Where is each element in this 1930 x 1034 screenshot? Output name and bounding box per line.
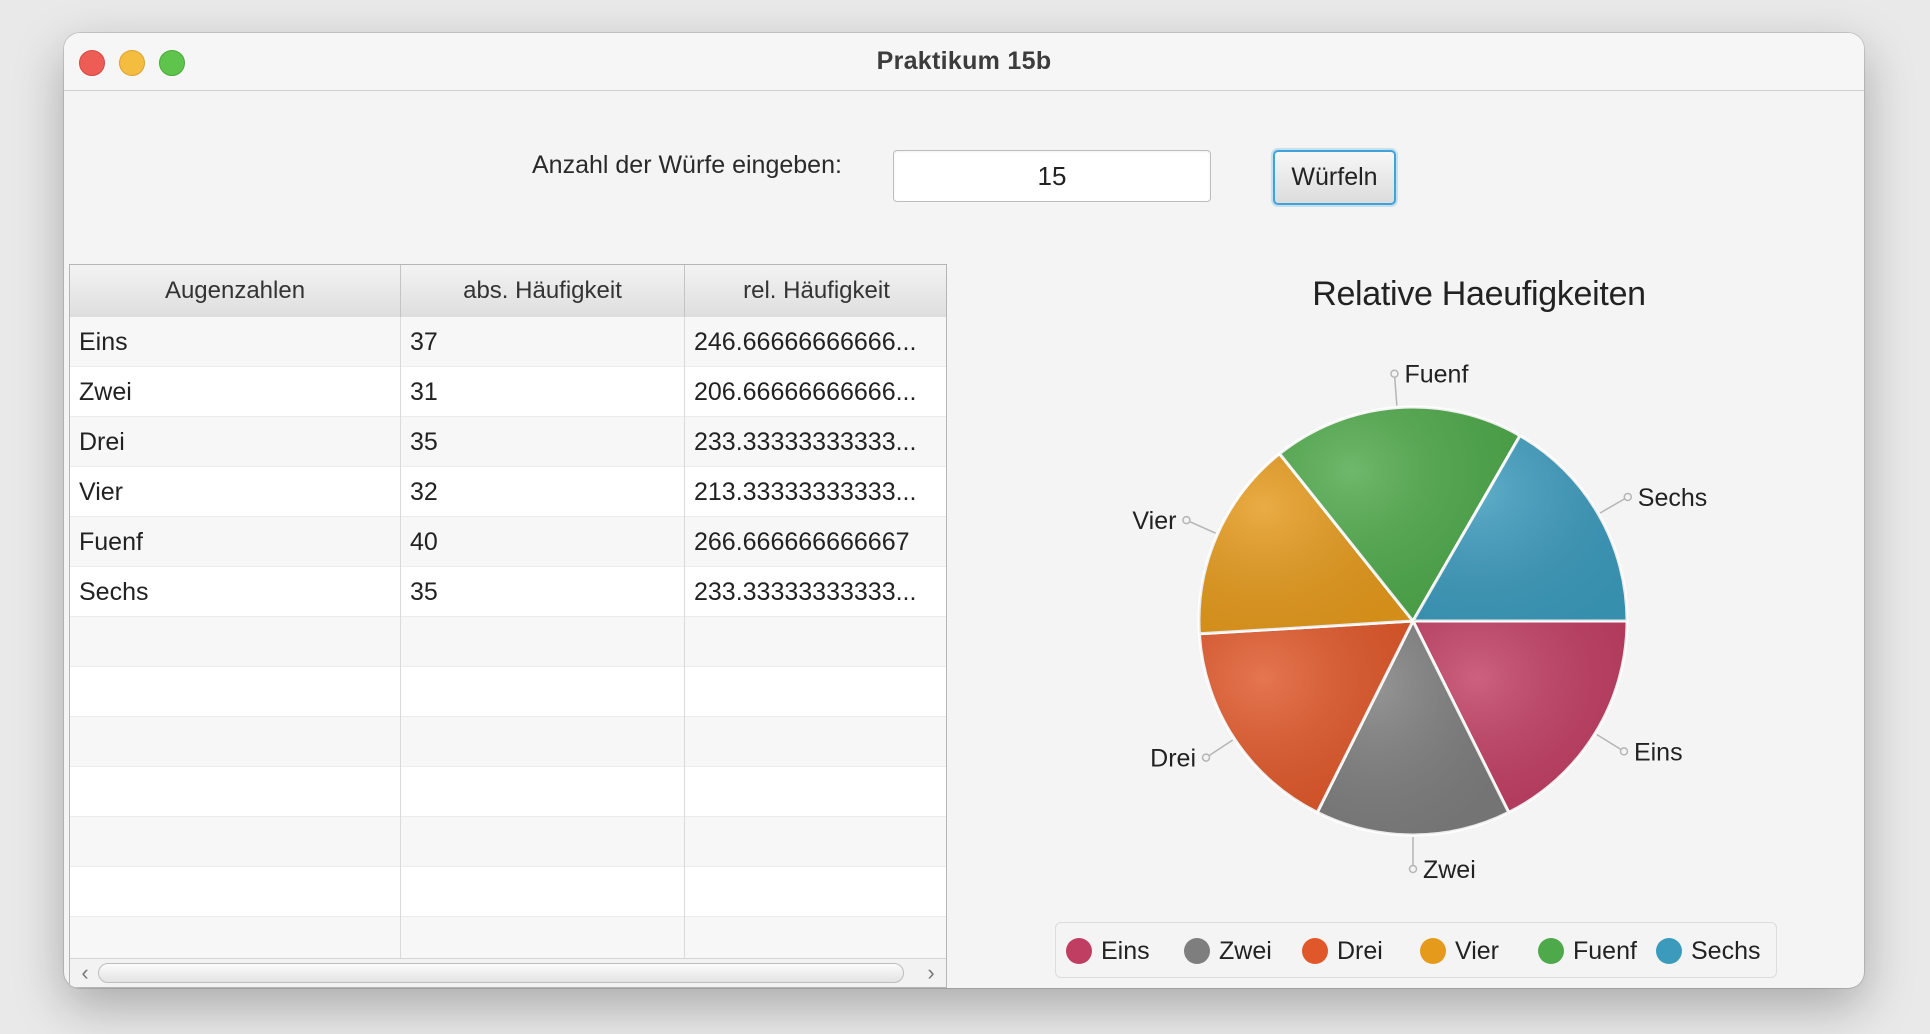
legend-color-swatch	[1184, 938, 1210, 964]
label-anchor-dot	[1390, 369, 1399, 378]
legend-color-swatch	[1538, 938, 1564, 964]
legend-label: Eins	[1101, 936, 1150, 965]
legend-color-swatch	[1420, 938, 1446, 964]
label-anchor-dot	[1623, 492, 1633, 502]
pie-label-eins: Eins	[1634, 738, 1683, 766]
label-anchor-dot	[1408, 864, 1418, 874]
label-leader-line	[1205, 739, 1234, 759]
legend-item-eins: Eins	[1066, 923, 1150, 979]
legend-label: Drei	[1337, 936, 1383, 965]
legend-color-swatch	[1302, 938, 1328, 964]
legend-label: Sechs	[1691, 936, 1761, 965]
legend-label: Vier	[1455, 936, 1500, 965]
pie-label-drei: Drei	[1150, 745, 1196, 773]
label-leader-line	[1596, 733, 1625, 753]
legend-item-drei: Drei	[1302, 923, 1383, 979]
label-leader-line	[1393, 373, 1398, 406]
legend-item-vier: Vier	[1420, 923, 1499, 979]
legend-item-zwei: Zwei	[1184, 923, 1272, 979]
pie-chart: Eins Zwei Drei Vier Fuenf Sechs	[1132, 361, 1707, 884]
pie-label-fuenf: Fuenf	[1404, 361, 1468, 389]
legend-color-swatch	[1656, 938, 1682, 964]
label-anchor-dot	[1201, 753, 1211, 762]
legend-color-swatch	[1066, 938, 1092, 964]
pie-label-vier: Vier	[1132, 507, 1176, 535]
legend-label: Fuenf	[1573, 936, 1637, 965]
legend-item-sechs: Sechs	[1656, 923, 1760, 979]
label-anchor-dot	[1619, 747, 1629, 756]
label-leader-line	[1599, 496, 1629, 514]
pie-label-sechs: Sechs	[1638, 484, 1707, 512]
pie-label-zwei: Zwei	[1423, 856, 1476, 884]
app-window: Praktikum 15b Anzahl der Würfe eingeben:…	[64, 33, 1864, 988]
label-leader-line	[1186, 519, 1216, 534]
chart-legend: Eins Zwei Drei Vier Fuenf Sechs	[1055, 922, 1777, 978]
label-anchor-dot	[1182, 515, 1191, 525]
legend-item-fuenf: Fuenf	[1538, 923, 1637, 979]
legend-label: Zwei	[1219, 936, 1272, 965]
